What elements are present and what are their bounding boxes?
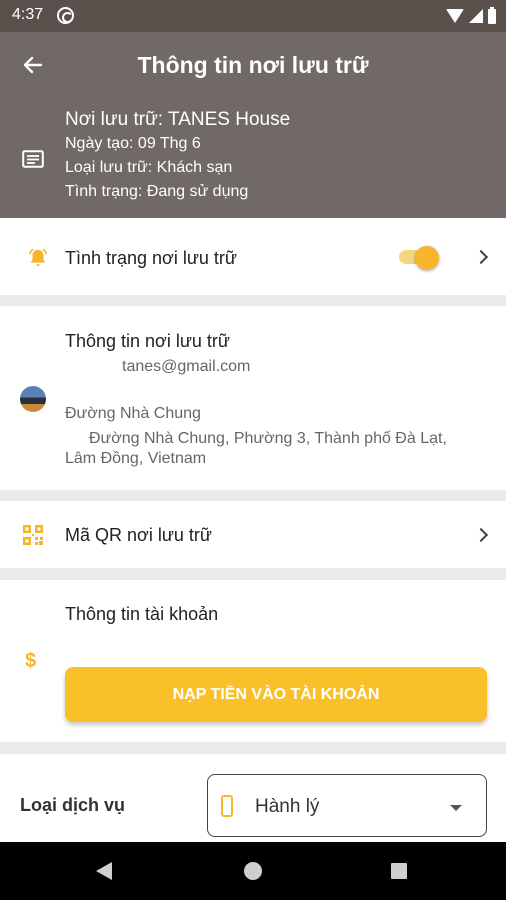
status-bar: 4:37 xyxy=(0,0,506,32)
storage-info-title: Thông tin nơi lưu trữ xyxy=(65,331,230,351)
alarm-bell-icon xyxy=(28,248,48,267)
storage-status-toggle[interactable] xyxy=(399,246,439,270)
deposit-button[interactable]: NẠP TIỀN VÀO TÀI KHOẢN xyxy=(65,667,487,722)
address-line-1: Đường Nhà Chung, Phường 3, Thành phố Đà … xyxy=(89,430,447,447)
signal-icon xyxy=(469,9,483,23)
storage-header: Thông tin nơi lưu trữ Nơi lưu trữ: TANES… xyxy=(0,32,506,218)
status-time: 4:37 xyxy=(12,6,44,23)
storage-summary: Nơi lưu trữ: TANES House Ngày tạo: 09 Th… xyxy=(65,108,290,204)
storage-name: Nơi lưu trữ: TANES House xyxy=(65,109,291,130)
service-type-select[interactable]: Hành lý xyxy=(207,774,487,837)
system-icons xyxy=(446,6,496,26)
created-date: Ngày tạo: 09 Thg 6 xyxy=(65,135,201,152)
notification-icon xyxy=(57,7,74,24)
qr-code-label: Mã QR nơi lưu trữ xyxy=(65,525,212,545)
storage-status: Tình trạng: Đang sử dụng xyxy=(65,183,249,200)
storage-type: Loại lưu trữ: Khách sạn xyxy=(65,159,233,176)
dollar-icon: $ xyxy=(25,650,37,672)
storage-email: tanes@gmail.com xyxy=(122,358,251,375)
system-nav-bar xyxy=(0,842,506,900)
nav-home-icon[interactable] xyxy=(244,862,262,880)
toggle-thumb xyxy=(415,246,439,270)
service-type-value: Hành lý xyxy=(255,796,320,817)
storage-info-card: Thông tin nơi lưu trữ tanes@gmail.com Đư… xyxy=(0,306,506,490)
document-icon xyxy=(22,150,44,168)
qr-code-row[interactable]: Mã QR nơi lưu trữ xyxy=(0,501,506,568)
qr-code-icon xyxy=(23,525,43,545)
nav-back-icon[interactable] xyxy=(96,862,112,880)
wifi-icon xyxy=(446,9,464,23)
service-type-label: Loại dịch vụ xyxy=(20,795,126,815)
account-info-card: Thông tin tài khoản $ NẠP TIỀN VÀO TÀI K… xyxy=(0,580,506,742)
storage-status-row[interactable]: Tình trạng nơi lưu trữ xyxy=(0,218,506,295)
dropdown-caret-icon xyxy=(450,805,462,811)
page-title: Thông tin nơi lưu trữ xyxy=(137,52,369,78)
address-line-2: Lâm Đồng, Vietnam xyxy=(65,450,207,467)
phone-icon xyxy=(221,795,233,817)
street-name: Đường Nhà Chung xyxy=(65,405,201,422)
storage-status-label: Tình trạng nơi lưu trữ xyxy=(65,248,237,268)
account-info-title: Thông tin tài khoản xyxy=(65,604,219,624)
avatar xyxy=(20,386,46,412)
chevron-right-icon[interactable] xyxy=(473,527,489,543)
chevron-right-icon[interactable] xyxy=(473,249,489,265)
service-type-section: Loại dịch vụ Hành lý xyxy=(0,754,506,842)
battery-icon xyxy=(488,6,496,24)
nav-recents-icon[interactable] xyxy=(391,863,407,879)
